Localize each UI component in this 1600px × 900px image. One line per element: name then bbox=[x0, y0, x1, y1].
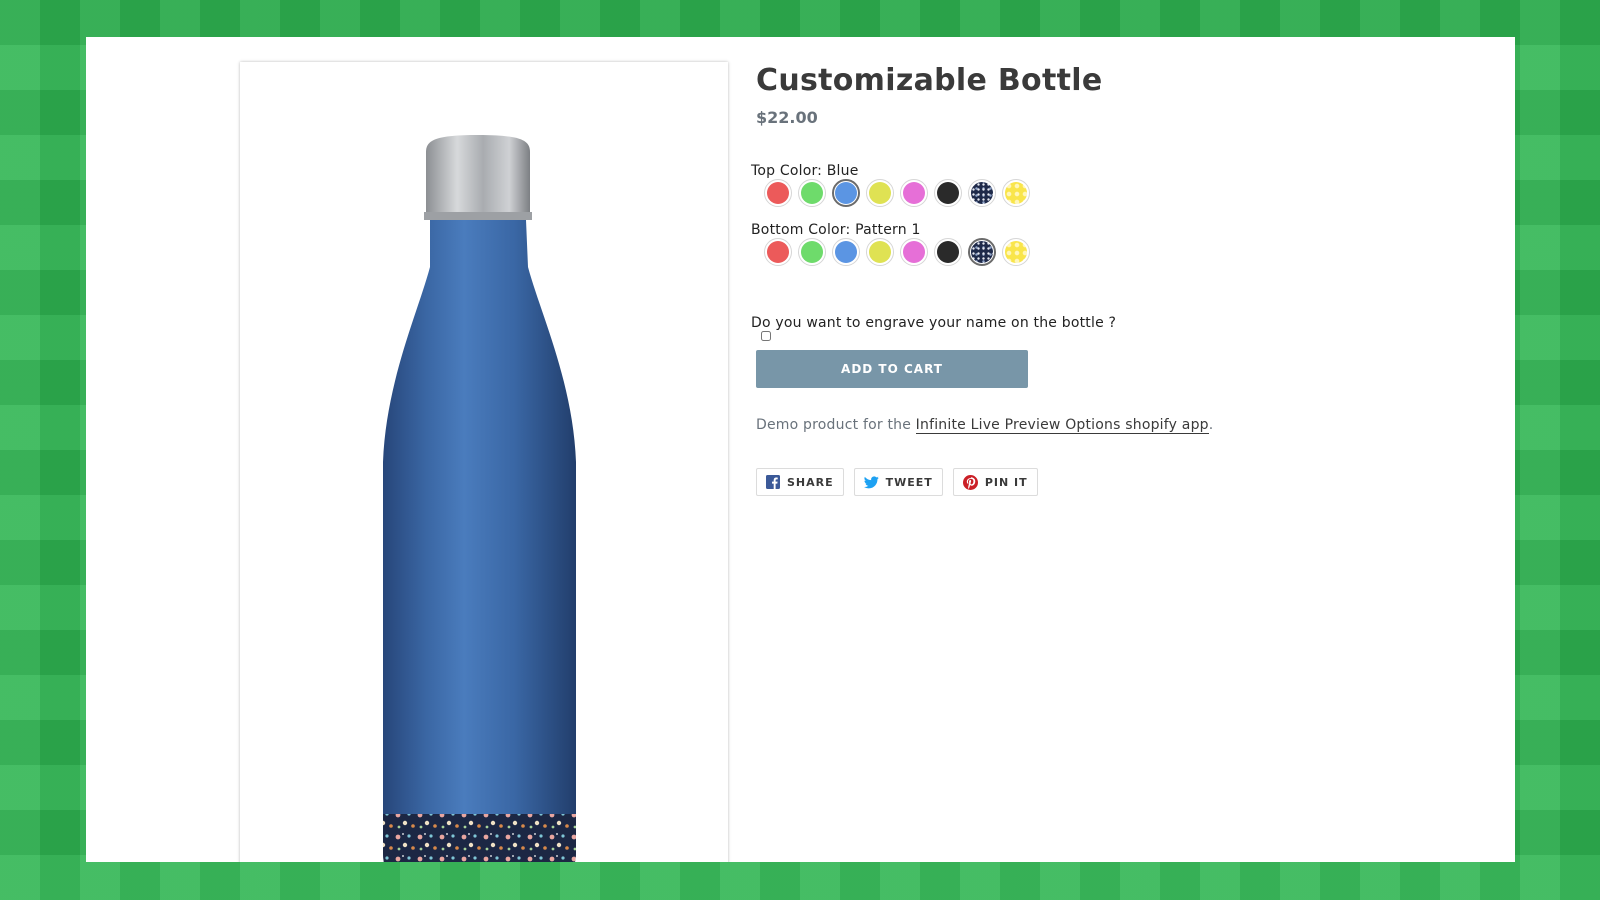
top-color-label: Top Color: Blue bbox=[751, 163, 859, 179]
bottle-illustration bbox=[383, 135, 576, 862]
product-title: Customizable Bottle bbox=[756, 63, 1103, 98]
description-suffix: . bbox=[1208, 417, 1214, 433]
product-image bbox=[240, 62, 728, 862]
twitter-icon bbox=[863, 475, 879, 489]
top-swatch-red[interactable] bbox=[764, 179, 792, 207]
top-swatch-blue[interactable] bbox=[832, 179, 860, 207]
bottom-swatch-red[interactable] bbox=[764, 238, 792, 266]
bottom-swatch-pattern-1[interactable] bbox=[968, 238, 996, 266]
bottom-color-swatches bbox=[764, 238, 1030, 266]
add-to-cart-button[interactable]: ADD TO CART bbox=[756, 350, 1028, 388]
bottom-swatch-yellow[interactable] bbox=[866, 238, 894, 266]
share-twitter-button[interactable]: TWEET bbox=[853, 468, 943, 496]
bottom-swatch-pattern-2[interactable] bbox=[1002, 238, 1030, 266]
description-prefix: Demo product for the bbox=[756, 417, 916, 433]
app-link[interactable]: Infinite Live Preview Options shopify ap… bbox=[915, 417, 1209, 434]
engrave-checkbox[interactable] bbox=[761, 331, 771, 341]
bottom-swatch-green[interactable] bbox=[798, 238, 826, 266]
share-pinterest-button[interactable]: PIN IT bbox=[952, 468, 1038, 496]
facebook-icon bbox=[766, 475, 780, 489]
pinterest-icon bbox=[962, 474, 978, 490]
product-page: Customizable Bottle $22.00 Top Color: Bl… bbox=[86, 37, 1515, 862]
share-facebook-label: SHARE bbox=[787, 475, 834, 489]
top-swatch-black[interactable] bbox=[934, 179, 962, 207]
top-color-swatches bbox=[764, 179, 1030, 207]
share-twitter-label: TWEET bbox=[885, 475, 933, 489]
top-swatch-pattern-2[interactable] bbox=[1002, 179, 1030, 207]
social-share: SHARE TWEET PIN IT bbox=[756, 468, 1038, 496]
top-swatch-pink[interactable] bbox=[900, 179, 928, 207]
share-pinterest-label: PIN IT bbox=[984, 475, 1028, 489]
top-swatch-yellow[interactable] bbox=[866, 179, 894, 207]
top-swatch-pattern-1[interactable] bbox=[968, 179, 996, 207]
bottom-swatch-blue[interactable] bbox=[832, 238, 860, 266]
engrave-label: Do you want to engrave your name on the … bbox=[751, 315, 1117, 331]
share-facebook-button[interactable]: SHARE bbox=[756, 468, 844, 496]
product-description: Demo product for the Infinite Live Previ… bbox=[756, 417, 1214, 434]
top-swatch-green[interactable] bbox=[798, 179, 826, 207]
bottom-swatch-pink[interactable] bbox=[900, 238, 928, 266]
bottom-color-label: Bottom Color: Pattern 1 bbox=[751, 222, 921, 238]
product-price: $22.00 bbox=[756, 108, 818, 127]
bottom-swatch-black[interactable] bbox=[934, 238, 962, 266]
